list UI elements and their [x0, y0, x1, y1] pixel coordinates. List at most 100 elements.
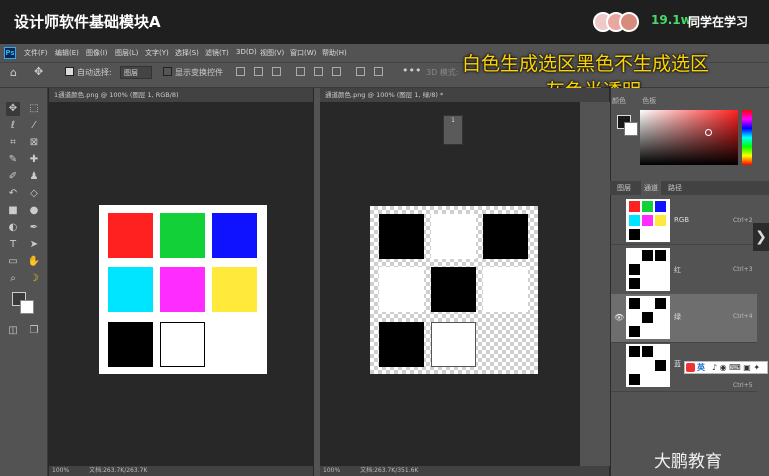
thumb-cell: [629, 264, 640, 275]
align-left-icon[interactable]: [296, 67, 305, 76]
mini-properties-panel[interactable]: 1: [443, 115, 463, 145]
cell-black: [431, 267, 476, 312]
zoom-tool-icon[interactable]: ⌕: [6, 272, 20, 286]
path-select-icon[interactable]: ➤: [27, 238, 41, 252]
gradient-tool-icon[interactable]: ■: [6, 204, 20, 218]
menu-help[interactable]: 帮助(H): [322, 48, 347, 58]
menu-3d[interactable]: 3D(D): [236, 48, 257, 56]
blue-channel-thumbnail: [626, 344, 670, 387]
stamp-tool-icon[interactable]: ♟: [27, 170, 41, 184]
history-brush-icon[interactable]: ↶: [6, 187, 20, 201]
tab-swatches[interactable]: 色板: [642, 97, 656, 105]
doc1-zoom[interactable]: 100%: [52, 467, 69, 474]
magic-wand-icon[interactable]: ⁄: [27, 119, 41, 133]
doc2-zoom[interactable]: 100%: [323, 467, 340, 474]
menu-view[interactable]: 视图(V): [260, 48, 284, 58]
eraser-tool-icon[interactable]: ◇: [27, 187, 41, 201]
more-options-icon[interactable]: •••: [402, 64, 421, 77]
menu-select[interactable]: 选择(S): [175, 48, 199, 58]
crop-tool-icon[interactable]: ⌗: [6, 136, 20, 150]
thumb-cell: [629, 229, 640, 240]
home-icon[interactable]: ⌂: [10, 66, 17, 79]
cell-black: [379, 322, 424, 367]
dodge-tool-icon[interactable]: ◐: [6, 221, 20, 235]
thumb-cell: [655, 215, 666, 226]
thumb-cell: [655, 250, 666, 261]
channel-shortcut-blue: Ctrl+5: [733, 382, 753, 389]
doc1-image: [99, 205, 267, 374]
menu-window[interactable]: 窗口(W): [290, 48, 316, 58]
menu-file[interactable]: 文件(F): [24, 48, 48, 58]
show-transform-checkbox[interactable]: [163, 67, 172, 76]
yellow-swatch: [212, 267, 257, 312]
background-color-swatch[interactable]: [20, 300, 34, 314]
visibility-eye-icon[interactable]: 👁: [614, 313, 624, 322]
marquee-tool-icon[interactable]: ⬚: [27, 102, 41, 116]
move-tool-icon[interactable]: ✥: [6, 102, 20, 116]
hue-slider[interactable]: [742, 110, 752, 165]
red-channel-thumbnail: [626, 248, 670, 291]
shape-tool-icon[interactable]: ▭: [6, 255, 20, 269]
lasso-tool-icon[interactable]: ℓ: [6, 119, 20, 133]
auto-select-dropdown[interactable]: 图层: [120, 66, 152, 79]
hand-tool-icon[interactable]: ✋: [27, 255, 41, 269]
blur-tool-icon[interactable]: ●: [27, 204, 41, 218]
cell-white: [431, 214, 476, 259]
channel-shortcut-red: Ctrl+3: [733, 266, 753, 273]
auto-select-checkbox[interactable]: [65, 67, 74, 76]
cell-white: [431, 322, 476, 367]
thumb-cell: [629, 346, 640, 357]
watermark-logo: 大鹏教育: [654, 452, 722, 472]
tab-layers[interactable]: 图层: [617, 183, 631, 193]
healing-brush-icon[interactable]: ✚: [27, 153, 41, 167]
tab-paths[interactable]: 路径: [668, 183, 682, 193]
tab-channels[interactable]: 通道: [641, 181, 661, 195]
channel-shortcut-green: Ctrl+4: [733, 313, 753, 320]
brush-tool-icon[interactable]: ✐: [6, 170, 20, 184]
type-tool-icon[interactable]: T: [6, 238, 20, 252]
panel-background-swatch[interactable]: [624, 122, 638, 136]
sogou-logo-icon: [686, 363, 695, 372]
ime-icons[interactable]: ♪ ◉ ⌨ ▣ ✦: [712, 363, 760, 372]
pen-tool-icon[interactable]: ✒: [27, 221, 41, 235]
menu-layer[interactable]: 图层(L): [115, 48, 138, 58]
thumb-cell: [655, 360, 666, 371]
rgb-channel-thumbnail: [626, 199, 670, 242]
doc1-status-bar: 100% 文档:263.7K/263.7K: [49, 466, 313, 476]
align-horizontal-center-icon[interactable]: [314, 67, 323, 76]
align-vertical-center-icon[interactable]: [254, 67, 263, 76]
3d-mode-label: 3D 模式:: [426, 68, 459, 77]
move-tool-icon[interactable]: ✥: [34, 65, 43, 78]
doc1-tab[interactable]: 1通道颜色.png @ 100% (图层 1, RGB/8): [49, 88, 313, 102]
red-swatch: [108, 213, 153, 258]
cell-white: [379, 267, 424, 312]
viewer-avatar: [619, 12, 639, 32]
eyedropper-icon[interactable]: ✎: [6, 153, 20, 167]
tab-color[interactable]: 颜色: [612, 97, 626, 105]
doc2-info: 文档:263.7K/351.6K: [360, 467, 419, 474]
course-title: 设计师软件基础模块A: [14, 13, 161, 31]
menu-type[interactable]: 文字(Y): [145, 48, 169, 58]
channel-name-red: 红: [674, 266, 681, 274]
align-right-icon[interactable]: [332, 67, 341, 76]
distribute-top-icon[interactable]: [356, 67, 365, 76]
ime-mode-label[interactable]: 英: [697, 362, 705, 373]
align-top-icon[interactable]: [236, 67, 245, 76]
picker-cursor[interactable]: [705, 129, 712, 136]
align-bottom-icon[interactable]: [272, 67, 281, 76]
menu-edit[interactable]: 编辑(E): [55, 48, 79, 58]
thumb-cell: [642, 215, 653, 226]
color-picker-field[interactable]: [640, 110, 738, 165]
frame-tool-icon[interactable]: ⊠: [27, 136, 41, 150]
distribute-center-icon[interactable]: [374, 67, 383, 76]
doc2-tab[interactable]: 通道颜色.png @ 100% (图层 1, 绿/8) *: [320, 88, 609, 102]
screen-mode-icon[interactable]: ❐: [27, 324, 41, 338]
menu-filter[interactable]: 滤镜(T): [205, 48, 229, 58]
banana-icon[interactable]: ☽: [27, 272, 41, 286]
cell-black: [379, 214, 424, 259]
expand-panel-icon[interactable]: ❯: [753, 223, 769, 251]
magenta-swatch: [160, 267, 205, 312]
black-swatch: [108, 322, 153, 367]
quick-mask-icon[interactable]: ◫: [6, 324, 20, 338]
menu-image[interactable]: 图像(I): [86, 48, 108, 58]
